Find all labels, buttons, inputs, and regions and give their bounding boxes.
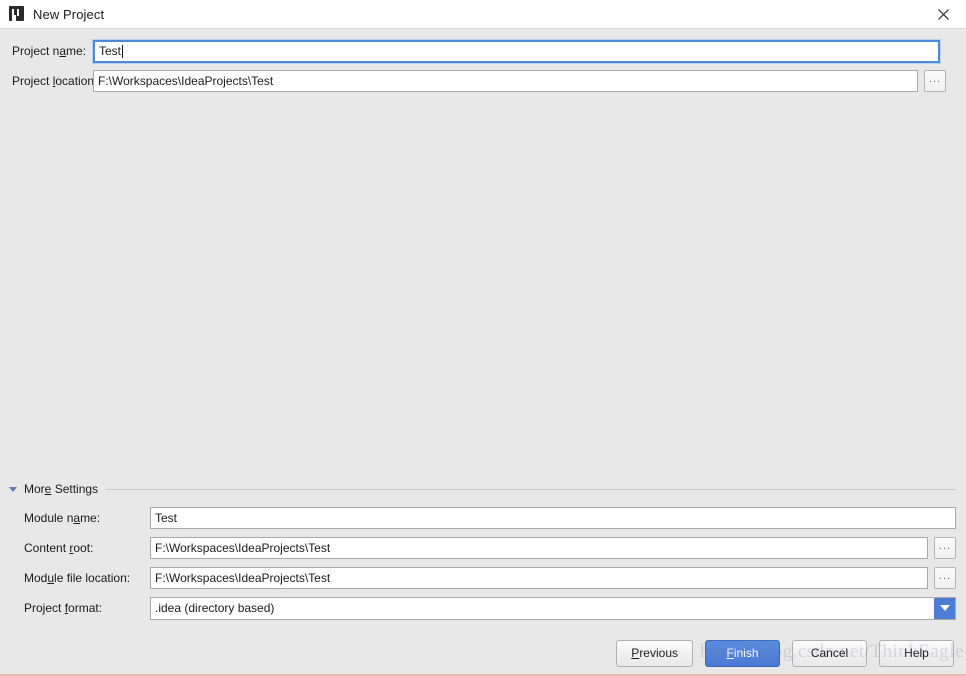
project-name-input[interactable]: Test — [93, 39, 940, 63]
module-name-row: Module name: Test — [0, 506, 966, 530]
module-file-location-label: Module file location: — [24, 571, 131, 585]
text-caret — [122, 44, 124, 58]
module-file-location-row: Module file location: F:\Workspaces\Idea… — [0, 566, 966, 590]
dialog-empty-area — [0, 99, 966, 480]
project-location-row: Project location: F:\Workspaces\IdeaProj… — [0, 69, 966, 93]
ellipsis-icon: ... — [938, 569, 952, 582]
more-settings-section: More Settings Module name: Test Content … — [0, 480, 966, 630]
title-bar: New Project — [0, 0, 966, 29]
module-file-location-input[interactable]: F:\Workspaces\IdeaProjects\Test — [150, 567, 928, 589]
module-name-label: Module name: — [24, 511, 101, 525]
project-name-value: Test — [99, 44, 122, 58]
more-settings-toggle[interactable]: More Settings — [0, 480, 966, 498]
content-root-browse-button[interactable]: ... — [934, 537, 956, 559]
cancel-button[interactable]: Cancel — [792, 639, 867, 667]
project-location-input[interactable]: F:\Workspaces\IdeaProjects\Test — [93, 70, 918, 92]
window-title: New Project — [33, 6, 105, 22]
project-location-value: F:\Workspaces\IdeaProjects\Test — [98, 74, 274, 88]
content-root-label: Content root: — [24, 541, 94, 555]
chevron-down-icon[interactable] — [934, 597, 955, 619]
more-settings-fields: Module name: Test Content root: F:\Works… — [0, 498, 966, 620]
chevron-down-icon — [9, 486, 17, 492]
close-icon[interactable] — [921, 0, 966, 28]
project-name-label: Project name: — [12, 44, 87, 58]
module-name-input[interactable]: Test — [150, 507, 956, 529]
section-separator — [106, 488, 956, 490]
new-project-dialog: New Project Project name: Test Project l… — [0, 0, 966, 676]
ellipsis-icon: ... — [928, 72, 942, 85]
ellipsis-icon: ... — [938, 539, 952, 552]
project-format-label: Project format: — [24, 601, 103, 615]
intellij-idea-logo-icon — [9, 6, 25, 22]
finish-button[interactable]: Finish — [705, 639, 780, 667]
module-name-value: Test — [155, 511, 178, 525]
content-root-input[interactable]: F:\Workspaces\IdeaProjects\Test — [150, 537, 928, 559]
project-settings-section: Project name: Test Project location: F:\… — [0, 29, 966, 99]
module-file-location-value: F:\Workspaces\IdeaProjects\Test — [155, 571, 331, 585]
project-name-row: Project name: Test — [0, 39, 966, 63]
module-file-location-browse-button[interactable]: ... — [934, 567, 956, 589]
project-format-row: Project format: .idea (directory based) — [0, 596, 966, 620]
content-root-row: Content root: F:\Workspaces\IdeaProjects… — [0, 536, 966, 560]
help-button[interactable]: Help — [879, 639, 954, 667]
content-root-value: F:\Workspaces\IdeaProjects\Test — [155, 541, 331, 555]
project-location-browse-button[interactable]: ... — [924, 70, 946, 92]
project-format-value: .idea (directory based) — [155, 601, 275, 615]
dialog-button-bar: Previous Finish Cancel Help — [0, 630, 966, 676]
project-location-label: Project location: — [12, 74, 98, 88]
previous-button[interactable]: Previous — [616, 639, 693, 667]
project-format-select[interactable]: .idea (directory based) — [150, 596, 956, 620]
more-settings-label: More Settings — [24, 482, 99, 496]
